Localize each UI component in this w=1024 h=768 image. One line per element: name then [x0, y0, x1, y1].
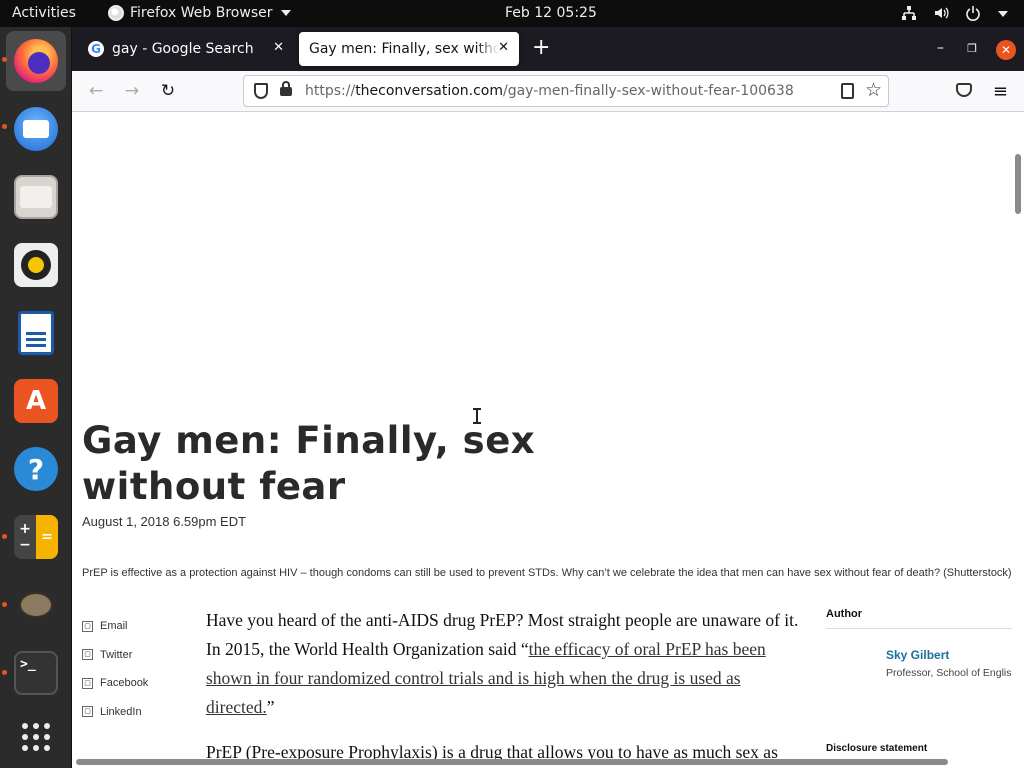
- share-facebook[interactable]: ▢ Facebook: [82, 669, 148, 698]
- author-role: Professor, School of English and Theatre…: [886, 667, 1012, 679]
- close-tab-icon[interactable]: ✕: [498, 40, 509, 55]
- bookmark-star-icon[interactable]: ☆: [865, 79, 882, 101]
- back-button[interactable]: ←: [84, 80, 108, 104]
- facebook-icon: ▢: [82, 677, 93, 689]
- close-tab-icon[interactable]: ✕: [273, 40, 284, 55]
- google-icon: G: [88, 41, 104, 57]
- firefox-icon: [108, 5, 124, 21]
- tab-article[interactable]: Gay men: Finally, sex without fear ✕: [299, 32, 519, 66]
- app-menu-label: Firefox Web Browser: [130, 5, 273, 21]
- navigation-toolbar: ← → ↻ https://theconversation.com/gay-me…: [72, 71, 1024, 112]
- clock[interactable]: Feb 12 05:25: [505, 5, 597, 21]
- twitter-icon: ▢: [82, 649, 93, 661]
- image-caption: PrEP is effective as a protection agains…: [82, 567, 1012, 579]
- tab-title: Gay men: Finally, sex without fear: [309, 41, 499, 57]
- folder-icon: [14, 175, 58, 219]
- article-title: Gay men: Finally, sex without fear: [82, 419, 536, 508]
- address-bar[interactable]: https://theconversation.com/gay-men-fina…: [243, 75, 889, 107]
- horizontal-scrollbar[interactable]: [76, 759, 948, 765]
- page-content: Gay men: Finally, sex without fear Augus…: [72, 112, 1024, 768]
- minimize-button[interactable]: –: [937, 40, 944, 56]
- disclosure-heading: Disclosure statement: [826, 743, 928, 754]
- activities-button[interactable]: Activities: [12, 5, 76, 21]
- grid-icon: [14, 715, 58, 759]
- chevron-down-icon: [280, 10, 291, 16]
- author-sidebar: Author Sky Gilbert Professor, School of …: [826, 608, 1012, 754]
- dock-files[interactable]: [6, 167, 66, 227]
- reader-view-icon[interactable]: [841, 83, 854, 99]
- lock-icon[interactable]: [280, 81, 292, 96]
- tab-title: gay - Google Search: [112, 41, 254, 57]
- dock-rhythmbox[interactable]: [6, 235, 66, 295]
- url-text[interactable]: https://theconversation.com/gay-men-fina…: [305, 83, 794, 99]
- thunderbird-icon: [14, 107, 58, 151]
- forward-button[interactable]: →: [120, 80, 144, 104]
- help-icon: ?: [14, 447, 58, 491]
- dock-help[interactable]: ?: [6, 439, 66, 499]
- firefox-icon: [14, 39, 58, 83]
- gimp-icon: [14, 583, 58, 627]
- dock-software[interactable]: A: [6, 371, 66, 431]
- document-icon: [18, 311, 54, 355]
- calculator-icon: + − =: [14, 515, 58, 559]
- chevron-down-icon[interactable]: [998, 11, 1008, 17]
- system-tray[interactable]: [900, 5, 1008, 25]
- paragraph: Have you heard of the anti-AIDS drug PrE…: [206, 610, 799, 717]
- dock-firefox[interactable]: [6, 31, 66, 91]
- close-window-button[interactable]: ✕: [996, 40, 1016, 60]
- linkedin-icon: ▢: [82, 706, 93, 718]
- pocket-icon[interactable]: [956, 83, 972, 97]
- share-email[interactable]: ▢ Email: [82, 612, 148, 641]
- author-name-link[interactable]: Sky Gilbert: [886, 648, 949, 662]
- new-tab-button[interactable]: +: [532, 36, 550, 60]
- share-twitter[interactable]: ▢ Twitter: [82, 641, 148, 670]
- dock: A ? + − = >_: [0, 27, 72, 768]
- publish-date: August 1, 2018 6.59pm EDT: [82, 514, 247, 529]
- menu-icon[interactable]: ≡: [993, 81, 1008, 102]
- shopping-bag-icon: A: [14, 379, 58, 423]
- terminal-icon: >_: [14, 651, 58, 695]
- text-cursor-icon: [473, 408, 481, 424]
- share-links: ▢ Email ▢ Twitter ▢ Facebook ▢ LinkedIn: [82, 612, 148, 726]
- network-icon[interactable]: [900, 5, 918, 25]
- email-icon: ▢: [82, 620, 93, 632]
- dock-gimp[interactable]: [6, 575, 66, 635]
- dock-calculator[interactable]: + − =: [6, 507, 66, 567]
- tab-bar: G gay - Google Search ✕ Gay men: Finally…: [72, 27, 1024, 71]
- share-linkedin[interactable]: ▢ LinkedIn: [82, 698, 148, 727]
- dock-thunderbird[interactable]: [6, 99, 66, 159]
- restore-button[interactable]: ❐: [967, 42, 977, 55]
- tab-google-search[interactable]: G gay - Google Search ✕: [78, 32, 294, 66]
- system-top-bar: Activities Firefox Web Browser Feb 12 05…: [0, 0, 1024, 27]
- vertical-scrollbar[interactable]: [1015, 154, 1021, 214]
- reload-button[interactable]: ↻: [156, 80, 180, 104]
- author-heading: Author: [826, 608, 1012, 629]
- speaker-icon: [14, 243, 58, 287]
- article-body: Have you heard of the anti-AIDS drug PrE…: [206, 606, 806, 768]
- power-icon[interactable]: [964, 5, 982, 25]
- dock-writer[interactable]: [6, 303, 66, 363]
- show-applications-button[interactable]: [6, 707, 66, 767]
- tracking-protection-icon[interactable]: [254, 83, 268, 99]
- app-menu[interactable]: Firefox Web Browser: [108, 5, 291, 21]
- dock-terminal[interactable]: >_: [6, 643, 66, 703]
- volume-icon[interactable]: [932, 5, 950, 25]
